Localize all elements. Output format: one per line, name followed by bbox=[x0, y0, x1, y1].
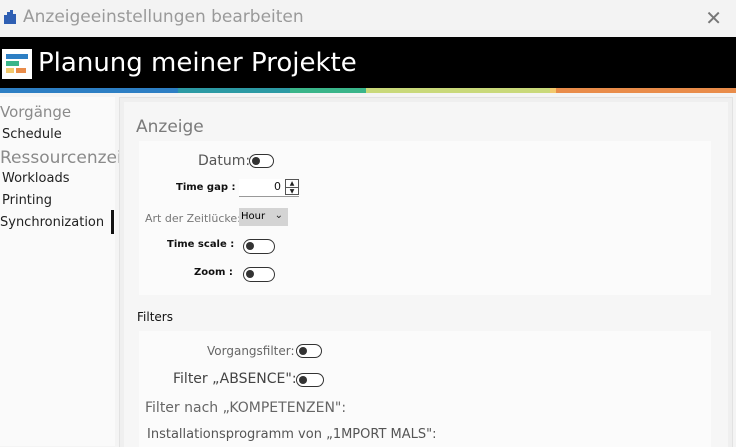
window-titlebar: Anzeigeeinstellungen bearbeiten ✕ bbox=[0, 0, 736, 37]
stripe-segment bbox=[0, 88, 178, 93]
main-panel: Anzeige Datum: Time gap : 0 ▲ ▼ Art der … bbox=[119, 97, 733, 447]
stripe-segment bbox=[290, 88, 366, 93]
stepper-down-icon[interactable]: ▼ bbox=[286, 188, 298, 195]
sidebar-item-synchronization[interactable]: Synchronization bbox=[0, 215, 104, 230]
app-header: Planung meiner Projekte bbox=[0, 37, 736, 88]
art-der-zeitluecke-label: Art der Zeitlücke: bbox=[145, 212, 241, 225]
sidebar: Vorgänge Schedule Ressourcenzeilen Workl… bbox=[0, 97, 148, 446]
sidebar-item-workloads[interactable]: Workloads bbox=[2, 171, 69, 186]
time-scale-toggle[interactable] bbox=[243, 239, 275, 254]
stripe-segment bbox=[366, 88, 550, 93]
time-gap-value: 0 bbox=[274, 180, 281, 193]
window-title: Anzeigeeinstellungen bearbeiten bbox=[23, 7, 304, 27]
filters-card: Vorgangsfilter: Filter „ABSENCE": Filter… bbox=[139, 331, 711, 447]
app-logo-icon bbox=[2, 49, 32, 79]
filters-heading: Filters bbox=[137, 310, 173, 324]
anzeige-heading: Anzeige bbox=[136, 117, 204, 137]
datum-toggle[interactable] bbox=[249, 154, 274, 168]
active-indicator bbox=[111, 210, 114, 234]
color-stripe bbox=[0, 88, 736, 93]
art-der-zeitluecke-value: Hour bbox=[241, 211, 266, 222]
anzeige-card: Datum: Time gap : 0 ▲ ▼ Art der Zeitlück… bbox=[139, 141, 711, 295]
vorgangsfilter-toggle[interactable] bbox=[296, 344, 322, 358]
sidebar-item-schedule[interactable]: Schedule bbox=[2, 127, 62, 142]
sidebar-item-printing[interactable]: Printing bbox=[2, 193, 52, 208]
stepper-up-icon[interactable]: ▲ bbox=[286, 180, 298, 188]
datum-label: Datum: bbox=[198, 153, 251, 169]
close-icon[interactable]: ✕ bbox=[705, 6, 722, 30]
app-title: Planung meiner Projekte bbox=[38, 48, 357, 78]
app-icon bbox=[4, 10, 16, 24]
zoom-label: Zoom : bbox=[194, 267, 233, 278]
stripe-segment bbox=[556, 88, 736, 93]
absence-filter-toggle[interactable] bbox=[296, 373, 324, 387]
stripe-segment bbox=[178, 88, 290, 93]
art-der-zeitluecke-select[interactable]: Hour ⌄ bbox=[239, 208, 288, 226]
installationsprogramm-label: Installationsprogramm von „1MPORT MALS": bbox=[147, 427, 437, 442]
vorgangsfilter-label: Vorgangsfilter: bbox=[207, 344, 295, 358]
chevron-down-icon: ⌄ bbox=[274, 210, 283, 221]
stepper-arrows[interactable]: ▲ ▼ bbox=[285, 179, 299, 195]
time-gap-label: Time gap : bbox=[176, 182, 236, 193]
kompetenzen-filter-label: Filter nach „KOMPETENZEN": bbox=[145, 400, 347, 416]
absence-filter-label: Filter „ABSENCE": bbox=[173, 371, 297, 387]
sidebar-section-vorgaenge: Vorgänge bbox=[0, 103, 72, 121]
zoom-toggle[interactable] bbox=[243, 267, 275, 282]
main-panel-inner: Anzeige Datum: Time gap : 0 ▲ ▼ Art der … bbox=[124, 102, 728, 447]
time-gap-stepper[interactable]: 0 ▲ ▼ bbox=[239, 179, 299, 197]
time-scale-label: Time scale : bbox=[167, 239, 235, 250]
